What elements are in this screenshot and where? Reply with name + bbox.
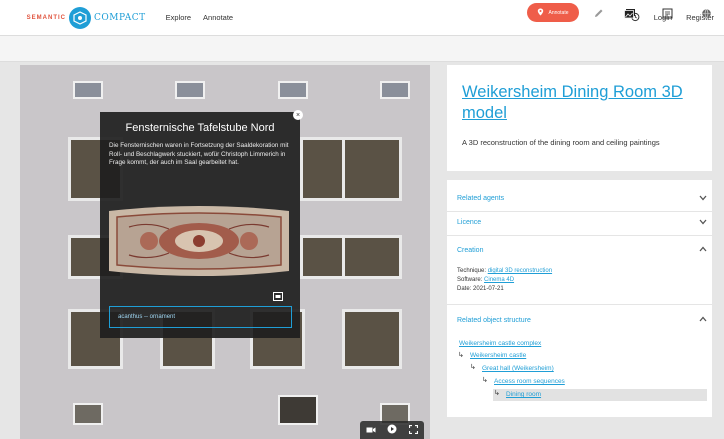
software-row: Software: Cinema 4D	[457, 277, 514, 283]
camera-icon[interactable]	[366, 421, 376, 439]
chevron-down-icon[interactable]	[699, 219, 707, 227]
structure-link-complex[interactable]: Weikersheim castle complex	[459, 340, 541, 347]
globe-icon[interactable]	[699, 6, 713, 20]
ceiling-window	[175, 81, 205, 99]
divider	[447, 304, 712, 305]
technique-label: Technique:	[457, 268, 487, 274]
hierarchy-arrow-icon: ↳	[470, 364, 476, 371]
chevron-up-icon[interactable]	[699, 246, 707, 254]
image-expand-icon[interactable]	[273, 288, 283, 301]
software-label: Software:	[457, 277, 483, 283]
date-label: Date:	[457, 286, 472, 292]
hierarchy-arrow-icon: ↳	[494, 390, 500, 397]
software-link[interactable]: Cinema 4D	[484, 277, 514, 283]
ceiling-window	[73, 403, 103, 425]
chevron-up-icon[interactable]	[699, 316, 707, 324]
structure-link-dining-room[interactable]: Dining room	[506, 391, 541, 398]
logo-mark-icon	[69, 6, 91, 29]
popup-image[interactable]	[109, 205, 289, 277]
play-icon[interactable]	[387, 421, 397, 439]
object-subtitle: A 3D reconstruction of the dining room a…	[462, 138, 660, 147]
date-value: 2021-07-21	[473, 286, 504, 292]
accordion-related-agents[interactable]: Related agents	[457, 195, 709, 202]
close-icon[interactable]: ×	[293, 110, 303, 120]
structure-link-great-hall[interactable]: Great hall (Weikersheim)	[482, 365, 554, 372]
structure-link-castle[interactable]: Weikersheim castle	[470, 352, 526, 359]
accordion-creation[interactable]: Creation	[457, 247, 709, 254]
main-nav: Explore Annotate	[166, 13, 233, 22]
divider	[447, 235, 712, 236]
technique-link[interactable]: digital 3D reconstruction	[488, 268, 552, 274]
ceiling-window	[380, 81, 410, 99]
technique-row: Technique: digital 3D reconstruction	[457, 268, 552, 274]
popup-title: Fensternische Tafelstube Nord	[125, 122, 275, 134]
document-icon[interactable]	[660, 6, 674, 20]
logo-text-right: COMPACT	[94, 12, 146, 23]
accordion-licence[interactable]: Licence	[457, 219, 709, 226]
chevron-down-icon[interactable]	[699, 195, 707, 203]
annotate-label: Annotate	[548, 9, 569, 16]
logo[interactable]: SEMANTIC COMPACT	[4, 6, 146, 29]
gallery-icon[interactable]	[623, 6, 637, 20]
ceiling-painting[interactable]	[342, 309, 402, 369]
hierarchy-arrow-icon: ↳	[458, 352, 464, 359]
pencil-icon[interactable]	[591, 6, 605, 20]
ceiling-painting[interactable]	[342, 137, 402, 201]
nav-annotate[interactable]: Annotate	[203, 13, 233, 22]
ceiling-window	[278, 395, 318, 425]
nav-explore[interactable]: Explore	[166, 13, 191, 22]
annotate-button[interactable]: Annotate	[527, 3, 579, 22]
logo-text-left: SEMANTIC	[26, 14, 66, 21]
pin-icon	[537, 8, 544, 18]
accordion-related-structure[interactable]: Related object structure	[457, 317, 709, 324]
fullscreen-icon[interactable]	[409, 421, 419, 439]
viewer-toolbar	[0, 36, 724, 62]
divider	[447, 211, 712, 212]
ceiling-window	[73, 81, 103, 99]
annotation-popup: Fensternische Tafelstube Nord Die Fenste…	[100, 112, 300, 338]
hierarchy-arrow-icon: ↳	[482, 377, 488, 384]
date-row: Date: 2021-07-21	[457, 286, 504, 292]
annotation-tag-field[interactable]: acanthus -- ornament	[109, 306, 292, 328]
structure-link-access-rooms[interactable]: Access room sequences	[494, 378, 565, 385]
viewer-controls	[360, 421, 424, 439]
ceiling-painting[interactable]	[342, 235, 402, 279]
object-title-link[interactable]: Weikersheim Dining Room 3D model	[462, 82, 702, 124]
top-navigation-bar: SEMANTIC COMPACT Explore Annotate Login …	[0, 0, 724, 36]
popup-description: Die Fensternischen waren in Fortsetzung …	[109, 142, 289, 166]
ceiling-window	[278, 81, 308, 99]
